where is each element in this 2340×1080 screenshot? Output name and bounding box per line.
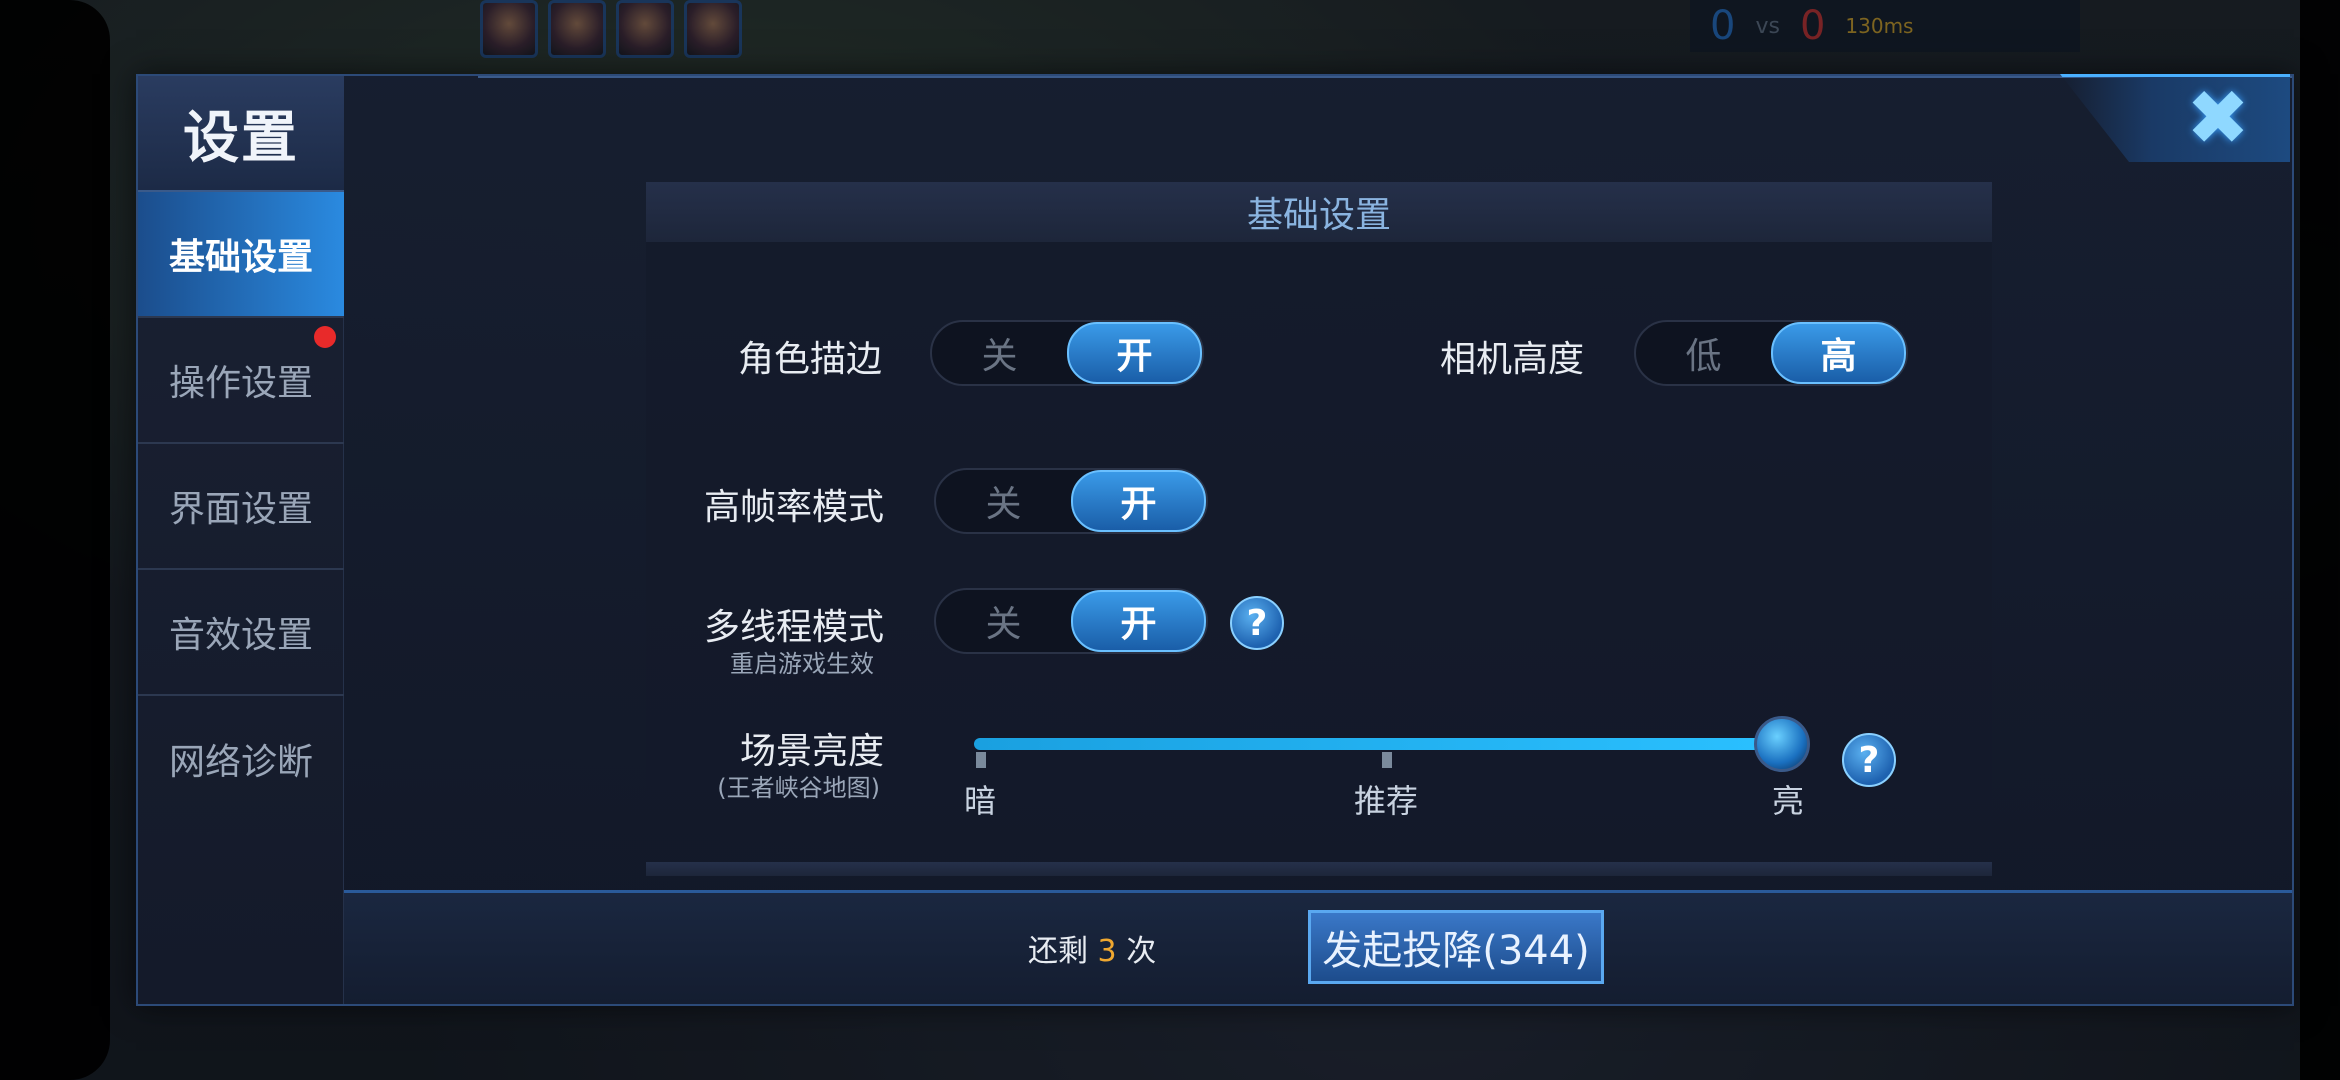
high-fps-on-option[interactable]: 开 bbox=[1071, 470, 1206, 532]
surrender-remaining: 还剩 3 次 bbox=[1028, 926, 1156, 970]
outline-toggle[interactable]: 关 开 bbox=[930, 320, 1204, 386]
high-fps-off-option[interactable]: 关 bbox=[936, 470, 1071, 532]
multithread-help-icon[interactable]: ? bbox=[1230, 596, 1284, 650]
sidebar-item-label: 网络诊断 bbox=[168, 742, 313, 783]
camera-high-option[interactable]: 高 bbox=[1771, 322, 1906, 384]
sidebar-item-basic[interactable]: 基础设置 bbox=[138, 192, 344, 318]
sidebar-item-label: 音效设置 bbox=[168, 615, 313, 656]
multithread-off-option[interactable]: 关 bbox=[936, 590, 1071, 652]
screen-edge-left bbox=[0, 0, 110, 1080]
sidebar-item-label: 界面设置 bbox=[168, 489, 313, 530]
sidebar-item-label: 操作设置 bbox=[168, 363, 313, 404]
next-section-header bbox=[646, 862, 1992, 876]
sidebar-item-sound[interactable]: 音效设置 bbox=[138, 570, 344, 696]
slider-tick-min bbox=[976, 752, 986, 768]
camera-low-option[interactable]: 低 bbox=[1636, 322, 1771, 384]
close-x-icon[interactable]: ✖ bbox=[2180, 80, 2256, 156]
multithread-label: 多线程模式 bbox=[703, 607, 884, 648]
multithread-note: 重启游戏生效 bbox=[730, 650, 874, 678]
brightness-recommended-label: 推荐 bbox=[1354, 782, 1419, 820]
remaining-count: 3 bbox=[1097, 934, 1117, 969]
dialog-top-border bbox=[478, 76, 2292, 78]
high-fps-toggle[interactable]: 关 开 bbox=[934, 468, 1208, 534]
dialog-title: 设置 bbox=[138, 76, 344, 192]
outline-off-option[interactable]: 关 bbox=[932, 322, 1067, 384]
brightness-slider-handle[interactable] bbox=[1754, 716, 1810, 772]
brightness-min-label: 暗 bbox=[964, 782, 997, 820]
high-fps-label: 高帧率模式 bbox=[703, 487, 884, 528]
multithread-on-option[interactable]: 开 bbox=[1071, 590, 1206, 652]
sidebar-item-controls[interactable]: 操作设置 bbox=[138, 318, 344, 444]
remaining-suffix: 次 bbox=[1126, 934, 1157, 969]
sidebar-item-network[interactable]: 网络诊断 bbox=[138, 696, 344, 822]
brightness-slider-fill bbox=[974, 738, 1774, 750]
camera-height-label: 相机高度 bbox=[1439, 339, 1584, 380]
brightness-label: 场景亮度 bbox=[739, 731, 884, 772]
settings-sidebar: 设置 基础设置 操作设置 界面设置 音效设置 网络诊断 bbox=[138, 76, 344, 1004]
section-header-basic: 基础设置 bbox=[646, 182, 1992, 242]
notification-badge bbox=[314, 326, 336, 348]
brightness-max-label: 亮 bbox=[1772, 782, 1805, 820]
camera-height-toggle[interactable]: 低 高 bbox=[1634, 320, 1908, 386]
outline-label: 角色描边 bbox=[737, 339, 882, 380]
surrender-button[interactable]: 发起投降(344) bbox=[1308, 910, 1604, 984]
brightness-note: (王者峡谷地图) bbox=[717, 774, 880, 802]
multithread-toggle[interactable]: 关 开 bbox=[934, 588, 1208, 654]
sidebar-item-label: 基础设置 bbox=[168, 237, 313, 278]
outline-on-option[interactable]: 开 bbox=[1067, 322, 1202, 384]
slider-tick-recommended bbox=[1382, 752, 1392, 768]
brightness-help-icon[interactable]: ? bbox=[1842, 733, 1896, 787]
sidebar-item-interface[interactable]: 界面设置 bbox=[138, 444, 344, 570]
remaining-prefix: 还剩 bbox=[1028, 934, 1088, 969]
screen-edge-right bbox=[2300, 0, 2340, 1080]
